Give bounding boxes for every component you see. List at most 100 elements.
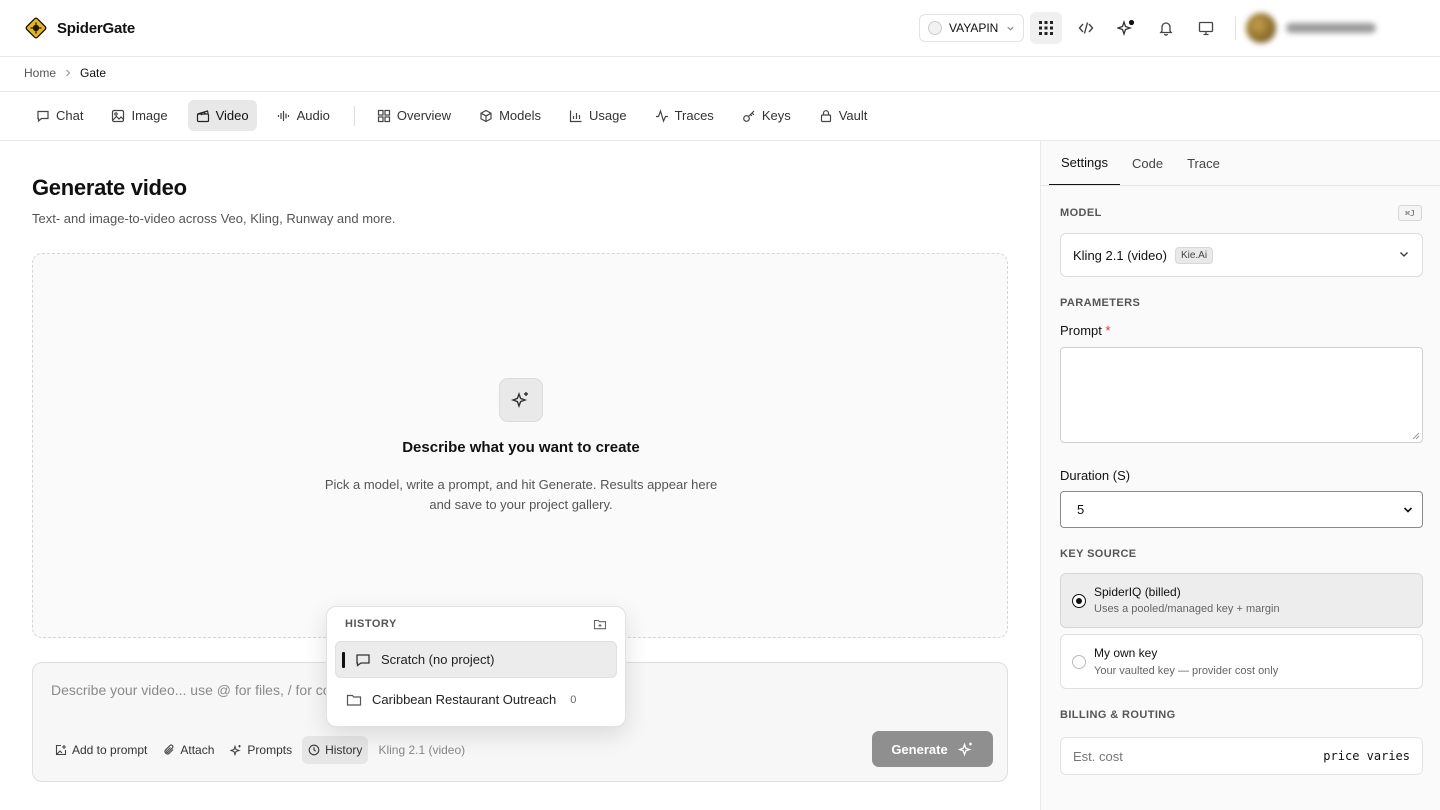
- prompt-textarea[interactable]: [1060, 347, 1423, 443]
- tab-traces[interactable]: Traces: [647, 100, 722, 131]
- key-option-own-key[interactable]: My own key Your vaulted key — provider c…: [1060, 634, 1423, 689]
- bar-chart-icon: [569, 109, 583, 123]
- empty-state-title: Describe what you want to create: [402, 439, 640, 456]
- folder-plus-icon: [593, 617, 607, 631]
- resize-handle-icon[interactable]: [1412, 432, 1420, 440]
- option-description: Your vaulted key — provider cost only: [1094, 665, 1279, 677]
- org-avatar: [928, 21, 942, 35]
- required-mark: *: [1105, 323, 1111, 338]
- selected-model-label: Kling 2.1 (video): [378, 743, 466, 757]
- model-heading: MODEL: [1060, 207, 1102, 219]
- breadcrumb: Home Gate: [24, 66, 106, 80]
- tab-label: Overview: [396, 108, 452, 123]
- duration-select[interactable]: 5: [1060, 491, 1423, 528]
- button-label: Generate: [891, 741, 948, 757]
- history-popover: HISTORY Scratch (no project) Caribbean R…: [326, 606, 626, 727]
- radio-button[interactable]: [1072, 594, 1086, 608]
- generate-button[interactable]: Generate: [872, 731, 993, 767]
- page-title: Generate video: [32, 175, 187, 200]
- paperclip-icon: [163, 744, 175, 756]
- tab-chat[interactable]: Chat: [28, 100, 91, 131]
- page-subtitle: Text- and image-to-video across Veo, Kli…: [32, 211, 396, 226]
- audio-waveform-icon: [277, 109, 291, 123]
- tab-image[interactable]: Image: [103, 100, 175, 131]
- breadcrumb-home[interactable]: Home: [24, 66, 56, 80]
- key-option-spideriq[interactable]: SpiderIQ (billed) Uses a pooled/managed …: [1060, 573, 1423, 628]
- tab-label: Image: [131, 108, 168, 123]
- tab-audio[interactable]: Audio: [269, 100, 338, 131]
- overview-grid-icon: [377, 109, 391, 123]
- results-area: Describe what you want to create Pick a …: [32, 253, 1008, 638]
- item-label: Scratch (no project): [381, 652, 495, 667]
- prompts-button[interactable]: Prompts: [224, 736, 298, 764]
- panel-tabs: Settings Code Trace: [1049, 141, 1232, 186]
- tab-divider: [353, 105, 355, 126]
- tab-overview[interactable]: Overview: [369, 100, 459, 131]
- tab-video[interactable]: Video: [187, 100, 257, 131]
- image-icon: [111, 109, 125, 123]
- cost-value: price varies: [1323, 749, 1410, 763]
- ai-assistant-button[interactable]: [1110, 12, 1142, 44]
- add-to-prompt-button[interactable]: Add to prompt: [49, 736, 153, 764]
- history-item-project[interactable]: Caribbean Restaurant Outreach 0: [335, 681, 617, 718]
- code-button[interactable]: [1070, 12, 1102, 44]
- app-logo[interactable]: SpiderGate: [24, 16, 135, 40]
- tab-keys[interactable]: Keys: [734, 100, 799, 131]
- org-switcher[interactable]: VAYAPIN: [919, 14, 1024, 42]
- clapperboard-icon: [196, 109, 210, 123]
- activity-icon: [655, 108, 669, 123]
- notifications-button[interactable]: [1150, 12, 1182, 44]
- chat-bubble-icon: [355, 652, 371, 668]
- header-divider: [1235, 16, 1236, 40]
- chevron-down-icon: [1402, 504, 1414, 516]
- attach-button[interactable]: Attach: [157, 736, 220, 764]
- divider: [1041, 185, 1440, 186]
- tab-models[interactable]: Models: [471, 100, 549, 131]
- user-name-redacted: [1286, 23, 1376, 33]
- tab-label: Traces: [674, 108, 714, 123]
- tab-label: Models: [499, 108, 541, 123]
- cost-estimate: Est. cost price varies: [1060, 737, 1423, 775]
- divider: [0, 91, 1440, 92]
- sparkles-icon: [499, 378, 543, 422]
- option-title: SpiderIQ (billed): [1094, 585, 1181, 599]
- item-count: 0: [570, 693, 577, 706]
- history-item-scratch[interactable]: Scratch (no project): [335, 641, 617, 678]
- empty-state-description: Pick a model, write a prompt, and hit Ge…: [324, 477, 718, 512]
- chevron-down-icon: [1006, 24, 1015, 33]
- lock-icon: [819, 109, 833, 123]
- new-folder-button[interactable]: [593, 617, 607, 631]
- tab-label: Audio: [296, 108, 330, 123]
- sparkle-icon: [957, 741, 974, 757]
- button-label: History: [325, 743, 363, 757]
- tab-code[interactable]: Code: [1120, 141, 1175, 186]
- grid-icon: [1039, 21, 1053, 35]
- code-icon: [1078, 20, 1094, 36]
- chat-bubble-icon: [36, 109, 50, 123]
- option-description: Uses a pooled/managed key + margin: [1094, 603, 1280, 615]
- tab-usage[interactable]: Usage: [561, 100, 635, 131]
- tab-label: Keys: [761, 108, 791, 123]
- tab-label: Chat: [56, 108, 84, 123]
- prompt-label: Prompt *: [1060, 323, 1111, 338]
- provider-badge: Kie.Ai: [1174, 246, 1214, 264]
- tab-vault[interactable]: Vault: [811, 100, 876, 131]
- bell-icon: [1158, 20, 1174, 36]
- user-menu[interactable]: [1246, 13, 1406, 43]
- add-image-icon: [55, 744, 67, 756]
- history-button[interactable]: History: [302, 736, 369, 764]
- tab-settings[interactable]: Settings: [1049, 141, 1120, 186]
- top-header: SpiderGate VAYAPIN: [0, 0, 1440, 57]
- radio-button[interactable]: [1072, 655, 1086, 669]
- tab-trace[interactable]: Trace: [1175, 141, 1232, 186]
- chevron-down-icon: [1398, 248, 1410, 260]
- billing-heading: BILLING & ROUTING: [1060, 709, 1176, 721]
- label-text: Prompt: [1060, 323, 1102, 338]
- key-icon: [742, 109, 756, 123]
- cube-icon: [479, 109, 493, 123]
- model-select[interactable]: Kling 2.1 (video) Kie.Ai: [1060, 233, 1423, 277]
- avatar: [1246, 13, 1276, 43]
- apps-grid-button[interactable]: [1030, 12, 1062, 44]
- display-button[interactable]: [1190, 12, 1222, 44]
- folder-icon: [346, 692, 362, 708]
